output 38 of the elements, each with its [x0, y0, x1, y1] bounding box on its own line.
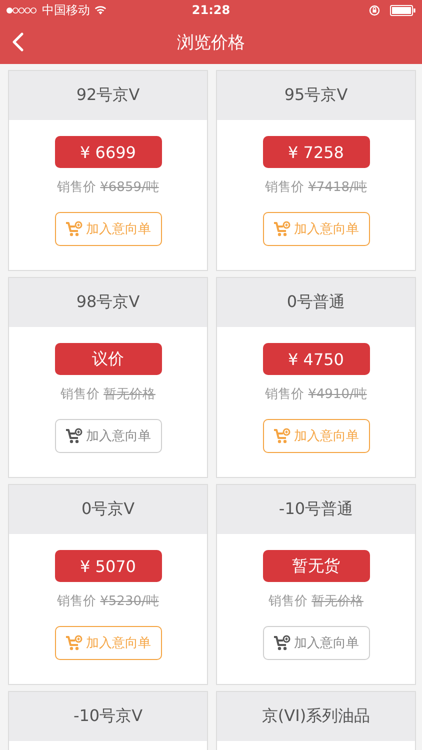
- sale-price: ¥5230/吨: [100, 593, 159, 610]
- clock-time: 21:28: [192, 3, 230, 17]
- sale-price-label: 销售价: [265, 386, 304, 403]
- rotation-lock-icon: [368, 4, 380, 16]
- product-name: 0号普通: [286, 292, 346, 313]
- sale-price: ¥6859/吨: [100, 179, 159, 196]
- product-name: 92号京V: [76, 85, 140, 106]
- price-button[interactable]: ¥ 5070: [54, 550, 162, 582]
- carrier-name: 中国移动: [42, 2, 90, 18]
- price-button[interactable]: ¥ 7258: [262, 136, 370, 168]
- back-icon[interactable]: [12, 32, 24, 52]
- page-title: 浏览价格: [177, 32, 245, 54]
- cart-add-icon: [65, 635, 83, 651]
- sale-price-label: 销售价: [57, 179, 96, 196]
- sale-price: 暂无价格: [104, 386, 156, 403]
- sale-price: ¥4910/吨: [308, 386, 367, 403]
- signal-icon: [6, 6, 38, 14]
- sale-price-label: 销售价: [268, 593, 308, 610]
- product-name: -10号京V: [73, 706, 143, 727]
- sale-price: ¥7418/吨: [308, 179, 367, 196]
- product-name: -10号普通: [278, 499, 354, 520]
- cart-add-icon: [273, 635, 291, 651]
- price-button[interactable]: ¥ 6699: [54, 136, 162, 168]
- wifi-icon: [94, 5, 107, 15]
- price-button[interactable]: ¥ 4750: [262, 343, 370, 375]
- product-name: 95号京V: [284, 85, 348, 106]
- product-name: 0号京V: [81, 499, 135, 520]
- cart-add-icon: [65, 428, 83, 444]
- sale-price: 暂无价格: [312, 593, 364, 610]
- cart-add-icon: [65, 221, 83, 237]
- product-name: 京(VI)系列油品: [262, 706, 370, 727]
- cart-add-icon: [273, 221, 291, 237]
- sale-price-label: 销售价: [60, 386, 100, 403]
- product-name: 98号京V: [76, 292, 140, 313]
- sale-price-label: 销售价: [265, 179, 304, 196]
- battery-icon: [390, 4, 416, 16]
- cart-add-icon: [273, 428, 291, 444]
- sale-price-label: 销售价: [57, 593, 96, 610]
